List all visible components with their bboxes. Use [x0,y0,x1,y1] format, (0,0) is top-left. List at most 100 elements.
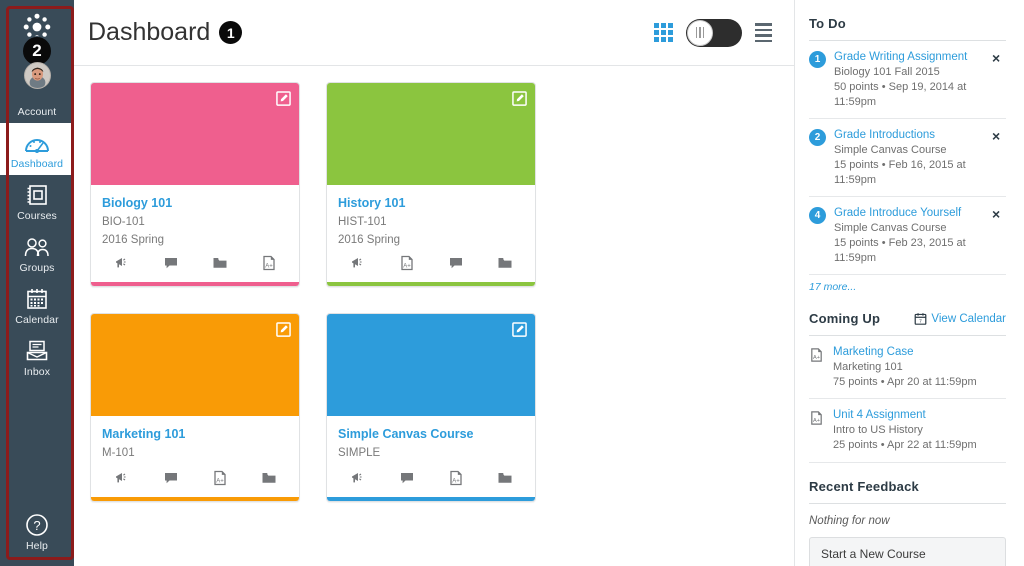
discussions-icon[interactable] [399,470,415,486]
files-icon[interactable] [497,470,513,486]
account-brand-cluster: 2 [10,12,64,104]
sidebar-item-account[interactable]: Account [0,106,74,123]
course-code: SIMPLE [338,445,524,461]
grid-view-icon[interactable] [654,23,673,42]
edit-pencil-icon[interactable] [512,91,527,106]
course-code: HIST-101 [338,214,524,230]
recent-feedback-heading: Recent Feedback [809,479,1006,494]
todo-title-link[interactable]: Grade Introductions [834,128,984,143]
discussions-icon[interactable] [448,255,464,271]
course-term: 2016 Spring [338,232,524,248]
course-card-grid: Biology 101 BIO-101 2016 Spring [74,66,794,502]
todo-list-item[interactable]: 1 Grade Writing Assignment Biology 101 F… [809,41,1006,119]
sidebar-item-courses[interactable]: Courses [0,175,74,227]
todo-meta: 15 points • Feb 23, 2015 at 11:59pm [834,236,984,266]
view-toggle-switch[interactable] [686,19,742,47]
course-card[interactable]: Simple Canvas Course SIMPLE A+ [326,313,536,502]
close-icon[interactable]: × [992,51,1006,110]
recent-feedback-empty: Nothing for now [809,504,1006,527]
sidebar-item-label: Help [26,540,48,552]
course-card-header [91,314,299,416]
coming-up-title-link[interactable]: Marketing Case [833,345,1006,360]
coming-up-meta: 25 points • Apr 22 at 11:59pm [833,438,1006,453]
assignment-graded-icon: A+ [809,410,825,453]
grades-icon[interactable]: A+ [399,255,415,271]
close-icon[interactable]: × [992,207,1006,266]
course-card[interactable]: Marketing 101 M-101 A+ [90,313,300,502]
status-badge: 2 [809,129,826,146]
todo-meta: 50 points • Sep 19, 2014 at 11:59pm [834,80,984,110]
course-code: BIO-101 [102,214,288,230]
content-area: Dashboard 1 [74,0,1024,566]
course-card-header [91,83,299,185]
close-icon[interactable]: × [992,129,1006,188]
coming-up-content: Marketing Case Marketing 101 75 points •… [833,345,1006,390]
course-card-header [327,83,535,185]
course-card-accent [91,497,299,501]
todo-list-item[interactable]: 2 Grade Introductions Simple Canvas Cour… [809,119,1006,197]
dashboard-gauge-icon [24,129,50,157]
page-title-text: Dashboard [88,18,210,47]
coming-up-item[interactable]: A+ Unit 4 Assignment Intro to US History… [809,399,1006,462]
svg-text:A+: A+ [265,264,273,270]
todo-content: Grade Introductions Simple Canvas Course… [834,128,984,188]
sidebar-item-groups[interactable]: Groups [0,227,74,279]
grades-icon[interactable]: A+ [448,470,464,486]
coming-up-title-link[interactable]: Unit 4 Assignment [833,408,1006,423]
todo-title-link[interactable]: Grade Writing Assignment [834,50,984,65]
course-card-actions: A+ [91,463,299,497]
course-code: M-101 [102,445,288,461]
course-title-link[interactable]: Biology 101 [102,196,288,212]
todo-list-item[interactable]: 4 Grade Introduce Yourself Simple Canvas… [809,197,1006,275]
course-card-accent [327,497,535,501]
avatar[interactable] [24,62,51,89]
global-navigation: 2 Account [0,0,74,566]
course-card-header [327,314,535,416]
list-view-icon[interactable] [755,23,772,42]
sidebar-item-help[interactable]: ? Help [0,505,74,566]
edit-pencil-icon[interactable] [512,322,527,337]
courses-book-icon [25,181,49,209]
sidebar-item-label: Inbox [24,366,50,378]
files-icon[interactable] [212,255,228,271]
course-card[interactable]: History 101 HIST-101 2016 Spring A+ [326,82,536,287]
sidebar-item-dashboard[interactable]: Dashboard [0,123,74,175]
announcements-icon[interactable] [350,255,366,271]
dashboard-header: Dashboard 1 [74,0,794,66]
sidebar-item-label: Dashboard [11,158,63,170]
assignment-graded-icon: A+ [809,347,825,390]
grades-icon[interactable]: A+ [212,470,228,486]
dashboard-main: Dashboard 1 [74,0,794,566]
section-spacer [809,295,1006,311]
announcements-icon[interactable] [114,255,130,271]
sidebar-item-inbox[interactable]: Inbox [0,331,74,383]
discussions-icon[interactable] [163,255,179,271]
course-card-accent [91,282,299,286]
announcements-icon[interactable] [114,470,130,486]
todo-meta: 15 points • Feb 16, 2015 at 11:59pm [834,158,984,188]
coming-up-header: Coming Up 7 View Calendar [809,311,1006,326]
files-icon[interactable] [261,470,277,486]
start-new-course-button[interactable]: Start a New Course [809,537,1006,566]
course-card[interactable]: Biology 101 BIO-101 2016 Spring [90,82,300,287]
todo-course: Biology 101 Fall 2015 [834,65,984,80]
discussions-icon[interactable] [163,470,179,486]
files-icon[interactable] [497,255,513,271]
course-card-actions: A+ [91,248,299,282]
course-title-link[interactable]: History 101 [338,196,524,212]
coming-up-item[interactable]: A+ Marketing Case Marketing 101 75 point… [809,336,1006,399]
course-title-link[interactable]: Marketing 101 [102,427,288,443]
announcements-icon[interactable] [350,470,366,486]
svg-text:A+: A+ [452,479,460,485]
edit-pencil-icon[interactable] [276,322,291,337]
groups-people-icon [23,233,51,261]
grades-icon[interactable]: A+ [261,255,277,271]
sidebar-item-calendar[interactable]: Calendar [0,279,74,331]
page-title: Dashboard 1 [88,18,242,47]
avatar-image [25,63,50,88]
view-calendar-link[interactable]: 7 View Calendar [914,312,1006,325]
todo-title-link[interactable]: Grade Introduce Yourself [834,206,984,221]
edit-pencil-icon[interactable] [276,91,291,106]
course-title-link[interactable]: Simple Canvas Course [338,427,524,443]
todo-more-link[interactable]: 17 more... [809,281,856,293]
